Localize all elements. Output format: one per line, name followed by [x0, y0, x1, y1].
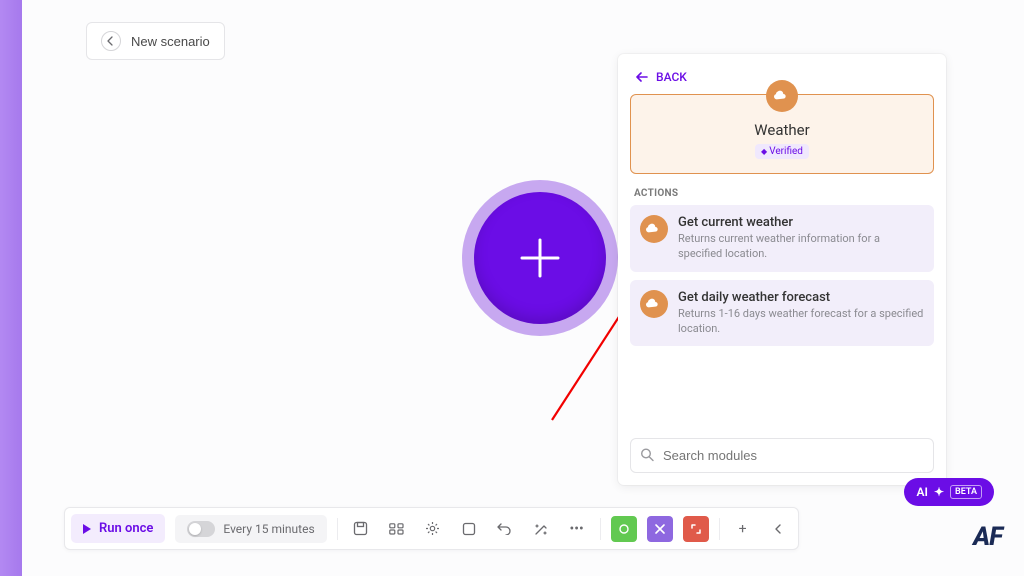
- play-icon: [83, 524, 91, 534]
- af-logo: AF: [973, 522, 1002, 552]
- app-card: Weather Verified: [630, 94, 934, 174]
- schedule-chip[interactable]: Every 15 minutes: [175, 515, 326, 543]
- plus-icon: [514, 232, 566, 284]
- action-title: Get current weather: [678, 215, 924, 230]
- separator: [600, 518, 601, 540]
- gear-icon[interactable]: [420, 516, 446, 542]
- search-icon: [640, 446, 654, 465]
- action-title: Get daily weather forecast: [678, 290, 924, 305]
- add-icon[interactable]: +: [730, 516, 756, 542]
- module-picker-panel: BACK Weather Verified ACTIONS Get curren…: [618, 54, 946, 485]
- panel-back-label: BACK: [656, 70, 687, 84]
- weather-icon: [640, 215, 668, 243]
- new-scenario-button[interactable]: New scenario: [86, 22, 225, 60]
- weather-icon: [640, 290, 668, 318]
- expand-icon[interactable]: [683, 516, 709, 542]
- schedule-toggle[interactable]: [187, 521, 215, 537]
- separator: [719, 518, 720, 540]
- tools-icon[interactable]: [647, 516, 673, 542]
- verified-badge: Verified: [755, 144, 809, 159]
- sparkle-icon: ✦: [934, 485, 944, 499]
- separator: [337, 518, 338, 540]
- run-icon[interactable]: [611, 516, 637, 542]
- actions-section-label: ACTIONS: [634, 188, 930, 199]
- note-icon[interactable]: [456, 516, 482, 542]
- action-desc: Returns 1-16 days weather forecast for a…: [678, 307, 924, 337]
- save-icon[interactable]: [348, 516, 374, 542]
- weather-icon: [766, 80, 798, 112]
- canvas: New scenario BACK Weather Verified ACTIO…: [22, 0, 1024, 576]
- new-scenario-label: New scenario: [131, 34, 210, 49]
- bottom-toolbar: Run once Every 15 minutes ••• +: [64, 507, 799, 550]
- arrow-left-icon: [636, 72, 648, 82]
- back-arrow-icon: [101, 31, 121, 51]
- undo-icon[interactable]: [492, 516, 518, 542]
- app-name: Weather: [641, 121, 923, 139]
- chevron-left-icon[interactable]: [766, 516, 792, 542]
- run-once-label: Run once: [99, 521, 153, 536]
- search-wrap: [630, 438, 934, 473]
- add-module-ring: [462, 180, 618, 336]
- wand-icon[interactable]: [528, 516, 554, 542]
- action-get-daily-forecast[interactable]: Get daily weather forecast Returns 1-16 …: [630, 280, 934, 347]
- action-get-current-weather[interactable]: Get current weather Returns current weat…: [630, 205, 934, 272]
- more-icon[interactable]: •••: [564, 516, 590, 542]
- left-gradient-strip: [0, 0, 22, 576]
- run-once-button[interactable]: Run once: [71, 514, 165, 543]
- ai-label: AI: [916, 485, 927, 499]
- action-desc: Returns current weather information for …: [678, 232, 924, 262]
- ai-button[interactable]: AI ✦ BETA: [904, 478, 994, 506]
- schedule-label: Every 15 minutes: [223, 522, 314, 536]
- search-input[interactable]: [630, 438, 934, 473]
- layout-icon[interactable]: [384, 516, 410, 542]
- add-module-button[interactable]: [474, 192, 606, 324]
- beta-badge: BETA: [950, 485, 982, 499]
